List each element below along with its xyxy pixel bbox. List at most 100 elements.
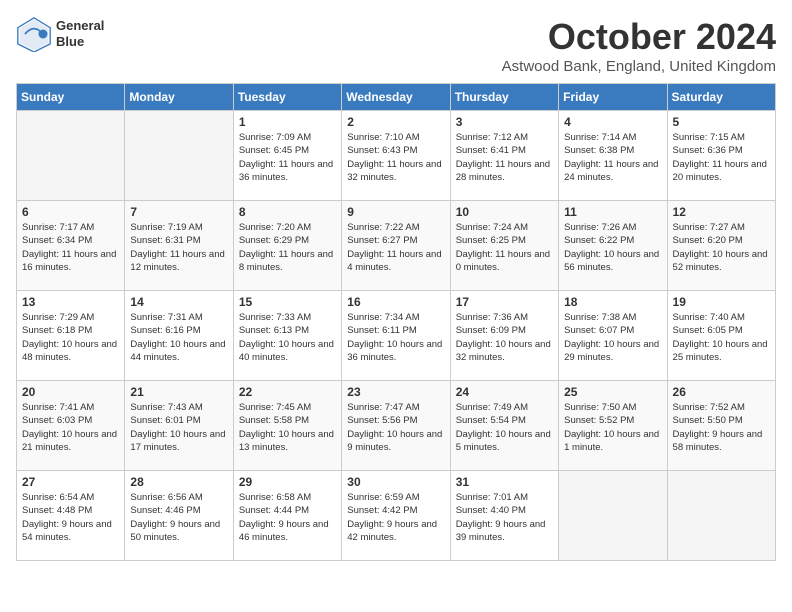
calendar-cell: 8 Sunrise: 7:20 AM Sunset: 6:29 PM Daylig… [233,201,341,291]
calendar-week-3: 13 Sunrise: 7:29 AM Sunset: 6:18 PM Dayli… [17,291,776,381]
day-number: 10 [456,205,553,219]
day-number: 12 [673,205,770,219]
day-number: 24 [456,385,553,399]
day-info: Sunrise: 6:58 AM Sunset: 4:44 PM Dayligh… [239,491,336,544]
day-info: Sunrise: 7:24 AM Sunset: 6:25 PM Dayligh… [456,221,553,274]
logo-text: General Blue [56,18,104,49]
day-info: Sunrise: 6:59 AM Sunset: 4:42 PM Dayligh… [347,491,444,544]
day-info: Sunrise: 7:22 AM Sunset: 6:27 PM Dayligh… [347,221,444,274]
calendar-cell: 12Sunrise: 7:27 AM Sunset: 6:20 PM Dayli… [667,201,775,291]
calendar-cell: 22 Sunrise: 7:45 AM Sunset: 5:58 PM Dayli… [233,381,341,471]
day-info: Sunrise: 7:20 AM Sunset: 6:29 PM Dayligh… [239,221,336,274]
calendar-cell: 15 Sunrise: 7:33 AM Sunset: 6:13 PM Dayli… [233,291,341,381]
day-info: Sunrise: 7:52 AM Sunset: 5:50 PM Dayligh… [673,401,770,454]
day-number: 14 [130,295,227,309]
logo: General Blue [16,16,104,52]
calendar-cell: 26Sunrise: 7:52 AM Sunset: 5:50 PM Dayli… [667,381,775,471]
calendar-cell: 30Sunrise: 6:59 AM Sunset: 4:42 PM Dayli… [342,471,450,561]
weekday-header-thursday: Thursday [450,84,558,111]
calendar-header: SundayMondayTuesdayWednesdayThursdayFrid… [17,84,776,111]
calendar-cell [667,471,775,561]
calendar-cell: 20Sunrise: 7:41 AM Sunset: 6:03 PM Dayli… [17,381,125,471]
calendar-cell: 24 Sunrise: 7:49 AM Sunset: 5:54 PM Dayli… [450,381,558,471]
calendar-cell: 11 Sunrise: 7:26 AM Sunset: 6:22 PM Dayli… [559,201,667,291]
day-info: Sunrise: 7:31 AM Sunset: 6:16 PM Dayligh… [130,311,227,364]
logo-line1: General [56,18,104,34]
calendar-cell: 14 Sunrise: 7:31 AM Sunset: 6:16 PM Dayli… [125,291,233,381]
title-area: October 2024 Astwood Bank, England, Unit… [502,16,776,75]
day-number: 5 [673,115,770,129]
weekday-header-friday: Friday [559,84,667,111]
calendar-cell: 25Sunrise: 7:50 AM Sunset: 5:52 PM Dayli… [559,381,667,471]
day-number: 21 [130,385,227,399]
day-info: Sunrise: 7:34 AM Sunset: 6:11 PM Dayligh… [347,311,444,364]
calendar-cell: 6 Sunrise: 7:17 AM Sunset: 6:34 PM Daylig… [17,201,125,291]
day-number: 9 [347,205,444,219]
day-info: Sunrise: 6:54 AM Sunset: 4:48 PM Dayligh… [22,491,119,544]
calendar-cell: 4 Sunrise: 7:14 AM Sunset: 6:38 PM Daylig… [559,111,667,201]
calendar-cell: 18 Sunrise: 7:38 AM Sunset: 6:07 PM Dayli… [559,291,667,381]
calendar-cell: 23 Sunrise: 7:47 AM Sunset: 5:56 PM Dayli… [342,381,450,471]
calendar-cell: 19 Sunrise: 7:40 AM Sunset: 6:05 PM Dayli… [667,291,775,381]
day-info: Sunrise: 7:45 AM Sunset: 5:58 PM Dayligh… [239,401,336,454]
day-number: 1 [239,115,336,129]
calendar-cell: 9 Sunrise: 7:22 AM Sunset: 6:27 PM Daylig… [342,201,450,291]
weekday-header-sunday: Sunday [17,84,125,111]
location-subtitle: Astwood Bank, England, United Kingdom [502,58,776,75]
weekday-header-wednesday: Wednesday [342,84,450,111]
calendar-cell: 31 Sunrise: 7:01 AM Sunset: 4:40 PM Dayli… [450,471,558,561]
day-number: 13 [22,295,119,309]
calendar-cell: 27Sunrise: 6:54 AM Sunset: 4:48 PM Dayli… [17,471,125,561]
calendar-cell [17,111,125,201]
day-number: 15 [239,295,336,309]
day-info: Sunrise: 7:14 AM Sunset: 6:38 PM Dayligh… [564,131,661,184]
day-number: 4 [564,115,661,129]
day-info: Sunrise: 7:38 AM Sunset: 6:07 PM Dayligh… [564,311,661,364]
day-info: Sunrise: 7:15 AM Sunset: 6:36 PM Dayligh… [673,131,770,184]
calendar-week-1: 1Sunrise: 7:09 AM Sunset: 6:45 PM Daylig… [17,111,776,201]
day-info: Sunrise: 7:49 AM Sunset: 5:54 PM Dayligh… [456,401,553,454]
day-info: Sunrise: 7:43 AM Sunset: 6:01 PM Dayligh… [130,401,227,454]
day-number: 17 [456,295,553,309]
day-number: 19 [673,295,770,309]
day-info: Sunrise: 7:40 AM Sunset: 6:05 PM Dayligh… [673,311,770,364]
page-header: General Blue October 2024 Astwood Bank, … [16,16,776,75]
weekday-header-tuesday: Tuesday [233,84,341,111]
calendar-cell: 28 Sunrise: 6:56 AM Sunset: 4:46 PM Dayli… [125,471,233,561]
day-info: Sunrise: 7:41 AM Sunset: 6:03 PM Dayligh… [22,401,119,454]
day-number: 28 [130,475,227,489]
day-info: Sunrise: 7:10 AM Sunset: 6:43 PM Dayligh… [347,131,444,184]
day-number: 25 [564,385,661,399]
logo-line2: Blue [56,34,104,50]
calendar-body: 1Sunrise: 7:09 AM Sunset: 6:45 PM Daylig… [17,111,776,561]
day-number: 8 [239,205,336,219]
calendar-cell: 7Sunrise: 7:19 AM Sunset: 6:31 PM Daylig… [125,201,233,291]
day-info: Sunrise: 7:26 AM Sunset: 6:22 PM Dayligh… [564,221,661,274]
day-number: 16 [347,295,444,309]
day-info: Sunrise: 7:01 AM Sunset: 4:40 PM Dayligh… [456,491,553,544]
day-info: Sunrise: 7:17 AM Sunset: 6:34 PM Dayligh… [22,221,119,274]
calendar-cell [125,111,233,201]
calendar-week-2: 6 Sunrise: 7:17 AM Sunset: 6:34 PM Daylig… [17,201,776,291]
calendar-cell: 13 Sunrise: 7:29 AM Sunset: 6:18 PM Dayli… [17,291,125,381]
day-number: 18 [564,295,661,309]
calendar-week-5: 27Sunrise: 6:54 AM Sunset: 4:48 PM Dayli… [17,471,776,561]
day-info: Sunrise: 7:29 AM Sunset: 6:18 PM Dayligh… [22,311,119,364]
weekday-header-saturday: Saturday [667,84,775,111]
day-number: 29 [239,475,336,489]
day-number: 23 [347,385,444,399]
day-number: 22 [239,385,336,399]
day-info: Sunrise: 7:33 AM Sunset: 6:13 PM Dayligh… [239,311,336,364]
day-info: Sunrise: 7:47 AM Sunset: 5:56 PM Dayligh… [347,401,444,454]
calendar-cell: 2Sunrise: 7:10 AM Sunset: 6:43 PM Daylig… [342,111,450,201]
calendar-cell: 5 Sunrise: 7:15 AM Sunset: 6:36 PM Daylig… [667,111,775,201]
day-number: 7 [130,205,227,219]
weekday-header-monday: Monday [125,84,233,111]
calendar-cell: 17Sunrise: 7:36 AM Sunset: 6:09 PM Dayli… [450,291,558,381]
day-number: 11 [564,205,661,219]
day-number: 6 [22,205,119,219]
calendar-cell: 21 Sunrise: 7:43 AM Sunset: 6:01 PM Dayli… [125,381,233,471]
calendar-cell: 1Sunrise: 7:09 AM Sunset: 6:45 PM Daylig… [233,111,341,201]
day-number: 31 [456,475,553,489]
day-info: Sunrise: 6:56 AM Sunset: 4:46 PM Dayligh… [130,491,227,544]
